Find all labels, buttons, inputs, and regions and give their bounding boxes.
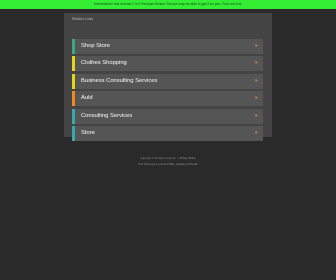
related-link-auld[interactable]: Auld » bbox=[72, 91, 263, 107]
related-link-label[interactable]: Business Consulting Services bbox=[81, 74, 157, 89]
double-chevron-right-icon[interactable]: » bbox=[255, 109, 258, 124]
double-chevron-right-icon[interactable]: » bbox=[255, 56, 258, 71]
related-link-store[interactable]: Store » bbox=[72, 125, 263, 141]
footer-copyright: Copyright © All rights reserved. | Priva… bbox=[140, 157, 196, 160]
double-chevron-right-icon[interactable]: » bbox=[255, 91, 258, 106]
related-link-clothes-shopping[interactable]: Clothes Shopping » bbox=[72, 56, 263, 72]
double-chevron-right-icon[interactable]: » bbox=[255, 126, 258, 141]
footer-copyright-text: Copyright © All rights reserved. bbox=[140, 157, 177, 160]
broker-banner-text[interactable]: Interested in this domain? Our Premium B… bbox=[94, 2, 241, 6]
broker-banner[interactable]: Interested in this domain? Our Premium B… bbox=[0, 0, 336, 9]
related-link-business-consulting-services[interactable]: Business Consulting Services » bbox=[72, 73, 263, 89]
related-links-heading: Related Links bbox=[72, 17, 94, 21]
related-links-panel: Related Links Shop Store » Clothes Shopp… bbox=[64, 13, 272, 141]
related-link-label[interactable]: Clothes Shopping bbox=[81, 56, 127, 71]
related-link-label[interactable]: Auld bbox=[81, 91, 93, 106]
footer-parked-notice: This Web page is parked FREE, courtesy o… bbox=[0, 163, 336, 166]
related-link-label[interactable]: Shop Store bbox=[81, 39, 110, 54]
footer-parked-text: This Web page is parked FREE, bbox=[137, 163, 175, 166]
privacy-policy-link[interactable]: Privacy Policy bbox=[180, 157, 196, 160]
related-links-list: Shop Store » Clothes Shopping » Business… bbox=[72, 39, 263, 143]
related-link-shop-store[interactable]: Shop Store » bbox=[72, 39, 263, 54]
related-link-label[interactable]: Store bbox=[81, 126, 95, 141]
related-link-label[interactable]: Consulting Services bbox=[81, 109, 132, 124]
domain-courtesy-link[interactable]: courtesy of Domain bbox=[176, 163, 198, 166]
double-chevron-right-icon[interactable]: » bbox=[255, 39, 258, 54]
double-chevron-right-icon[interactable]: » bbox=[255, 74, 258, 89]
related-link-consulting-services[interactable]: Consulting Services » bbox=[72, 108, 263, 124]
